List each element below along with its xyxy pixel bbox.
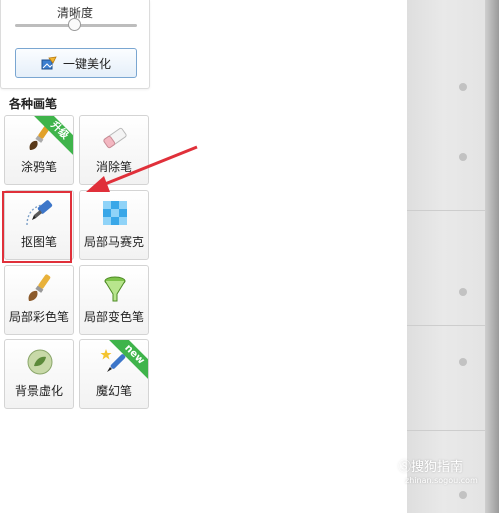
paper-hole: [459, 358, 467, 366]
photo-edge: [485, 0, 499, 513]
watermark-logo-icon: Ⓢ: [398, 460, 412, 475]
paper-hole: [459, 288, 467, 296]
watermark-text: 搜狗指南: [411, 460, 464, 475]
watermark: Ⓢ搜狗指南: [398, 456, 463, 475]
paper-hole: [459, 491, 467, 499]
paper-hole: [459, 153, 467, 161]
paper-hole: [459, 83, 467, 91]
watermark-url: zhinan.sogou.com: [405, 476, 478, 485]
image-canvas[interactable]: [407, 0, 499, 513]
